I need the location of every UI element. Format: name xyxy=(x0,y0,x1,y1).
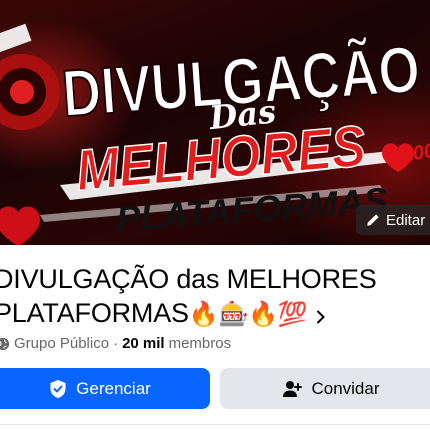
edit-cover-label: Editar xyxy=(386,211,426,229)
globe-icon xyxy=(0,337,10,350)
manage-button[interactable]: Gerenciar xyxy=(0,368,210,409)
group-title-line-2: PLATAFORMAS xyxy=(0,298,189,328)
edit-cover-button[interactable]: Editar xyxy=(356,205,430,235)
add-person-icon xyxy=(283,380,303,397)
member-label[interactable]: membros xyxy=(169,335,232,352)
manage-label: Gerenciar xyxy=(76,378,151,398)
meta-separator: · xyxy=(113,335,119,352)
heart-icon xyxy=(0,206,40,245)
group-title-emojis: 🔥🎰🔥💯 xyxy=(188,301,308,328)
invite-label: Convidar xyxy=(311,378,380,398)
group-title[interactable]: DIVULGAÇÃO das MELHORES PLATAFORMAS🔥🎰🔥💯 xyxy=(0,262,430,332)
chevron-right-icon[interactable] xyxy=(316,298,326,332)
pencil-icon xyxy=(367,214,379,226)
group-cover-photo[interactable]: DIVULGAÇÃO Das MELHORES PLATAFORMAS 100 … xyxy=(0,0,430,245)
group-meta: Grupo Público · 20 mil membros xyxy=(0,335,231,352)
shield-icon xyxy=(50,379,66,398)
member-count[interactable]: 20 mil xyxy=(122,335,165,352)
cover-badge-100: 100 xyxy=(400,140,430,167)
speaker-graphic xyxy=(0,23,60,130)
invite-button[interactable]: Convidar xyxy=(220,368,430,409)
group-privacy[interactable]: Grupo Público xyxy=(14,335,109,352)
group-title-line-1: DIVULGAÇÃO das MELHORES xyxy=(0,264,377,294)
section-divider xyxy=(0,424,430,425)
